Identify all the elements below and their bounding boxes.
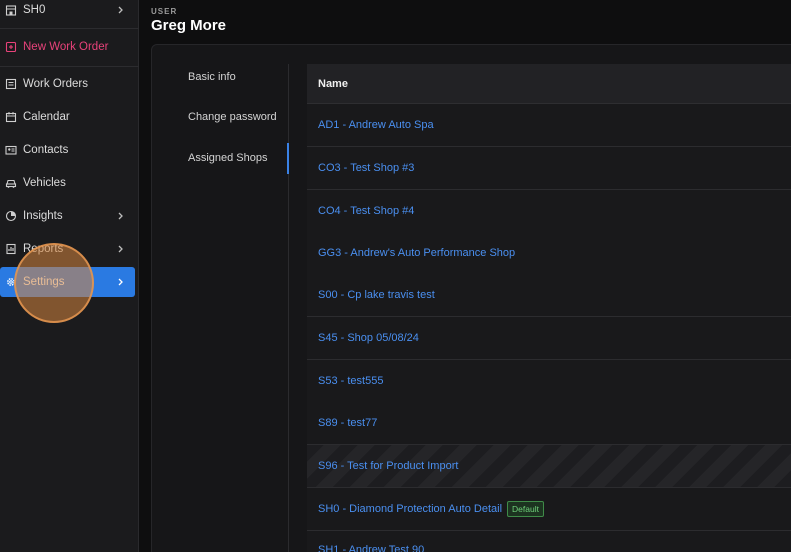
table-row: S00 - Cp lake travis test bbox=[307, 274, 791, 317]
shop-link[interactable]: GG3 - Andrew's Auto Performance Shop bbox=[318, 247, 515, 259]
sidebar-item-work-orders[interactable]: Work Orders bbox=[0, 69, 139, 99]
table-row-hovered: S96 - Test for Product Import bbox=[307, 445, 791, 488]
sidebar-item-label: Work Orders bbox=[23, 78, 88, 90]
column-header-name[interactable]: Name bbox=[318, 78, 348, 90]
table-header: Name bbox=[307, 64, 791, 104]
shop-link[interactable]: CO4 - Test Shop #4 bbox=[318, 205, 414, 217]
subnav-divider bbox=[288, 64, 289, 552]
pie-chart-icon bbox=[5, 210, 17, 222]
chevron-right-icon bbox=[116, 212, 125, 221]
shop-link[interactable]: SH0 - Diamond Protection Auto Detail bbox=[318, 503, 502, 515]
table-row: GG3 - Andrew's Auto Performance Shop bbox=[307, 232, 791, 275]
sidebar: SH0 New Work Order Work Orders Calendar bbox=[0, 0, 139, 552]
table-row: S45 - Shop 05/08/24 bbox=[307, 317, 791, 360]
sidebar-item-contacts[interactable]: Contacts bbox=[0, 135, 139, 165]
gear-icon bbox=[5, 276, 17, 288]
table-row: CO3 - Test Shop #3 bbox=[307, 147, 791, 190]
chevron-right-icon bbox=[116, 278, 125, 287]
table-row: AD1 - Andrew Auto Spa bbox=[307, 104, 791, 147]
sidebar-item-settings[interactable]: Settings bbox=[0, 267, 135, 297]
sidebar-item-reports[interactable]: Reports bbox=[0, 234, 139, 264]
subnav-active-indicator bbox=[287, 143, 289, 174]
clipboard-icon bbox=[5, 78, 17, 90]
sidebar-item-label: Insights bbox=[23, 210, 63, 222]
chevron-right-icon bbox=[116, 6, 125, 15]
page-title: Greg More bbox=[151, 17, 227, 34]
tab-change-password[interactable]: Change password bbox=[188, 111, 277, 123]
table-row: SH0 - Diamond Protection Auto Detail Def… bbox=[307, 488, 791, 531]
sidebar-item-new-work-order[interactable]: New Work Order bbox=[0, 32, 139, 62]
shop-link[interactable]: S53 - test555 bbox=[318, 375, 383, 387]
calendar-icon bbox=[5, 111, 17, 123]
table-row: CO4 - Test Shop #4 bbox=[307, 190, 791, 233]
sidebar-item-calendar[interactable]: Calendar bbox=[0, 102, 139, 132]
car-icon bbox=[5, 177, 17, 189]
sidebar-item-label: Contacts bbox=[23, 144, 69, 156]
shop-link[interactable]: SH1 - Andrew Test 90 bbox=[318, 544, 424, 552]
sidebar-item-vehicles[interactable]: Vehicles bbox=[0, 168, 139, 198]
chevron-right-icon bbox=[116, 245, 125, 254]
building-icon bbox=[5, 4, 17, 16]
table-row: S89 - test77 bbox=[307, 402, 791, 445]
table-row: S53 - test555 bbox=[307, 360, 791, 403]
sidebar-item-label: Reports bbox=[23, 243, 64, 255]
table-row: SH1 - Andrew Test 90 bbox=[307, 531, 791, 552]
sidebar-item-label: Settings bbox=[23, 276, 65, 288]
sidebar-item-label: Calendar bbox=[23, 111, 70, 123]
sidebar-divider bbox=[0, 66, 139, 67]
tab-basic-info[interactable]: Basic info bbox=[188, 71, 236, 83]
shop-link[interactable]: S00 - Cp lake travis test bbox=[318, 289, 435, 301]
sidebar-divider bbox=[0, 28, 139, 29]
plus-square-icon bbox=[5, 41, 17, 53]
section-label: USER bbox=[151, 7, 178, 16]
shop-link[interactable]: S45 - Shop 05/08/24 bbox=[318, 332, 419, 344]
shop-link[interactable]: AD1 - Andrew Auto Spa bbox=[318, 119, 434, 131]
tab-assigned-shops[interactable]: Assigned Shops bbox=[188, 152, 268, 164]
shop-link[interactable]: CO3 - Test Shop #3 bbox=[318, 162, 414, 174]
sidebar-item-label: SH0 bbox=[23, 4, 46, 16]
app-root: SH0 New Work Order Work Orders Calendar bbox=[0, 0, 791, 552]
default-badge: Default bbox=[507, 501, 544, 517]
sidebar-item-label: New Work Order bbox=[23, 41, 109, 53]
shop-link[interactable]: S96 - Test for Product Import bbox=[318, 460, 458, 472]
shop-link[interactable]: S89 - test77 bbox=[318, 417, 377, 429]
sidebar-item-shop-selector[interactable]: SH0 bbox=[0, 0, 139, 25]
contact-card-icon bbox=[5, 144, 17, 156]
report-icon bbox=[5, 243, 17, 255]
sidebar-item-label: Vehicles bbox=[23, 177, 66, 189]
sidebar-item-insights[interactable]: Insights bbox=[0, 201, 139, 231]
